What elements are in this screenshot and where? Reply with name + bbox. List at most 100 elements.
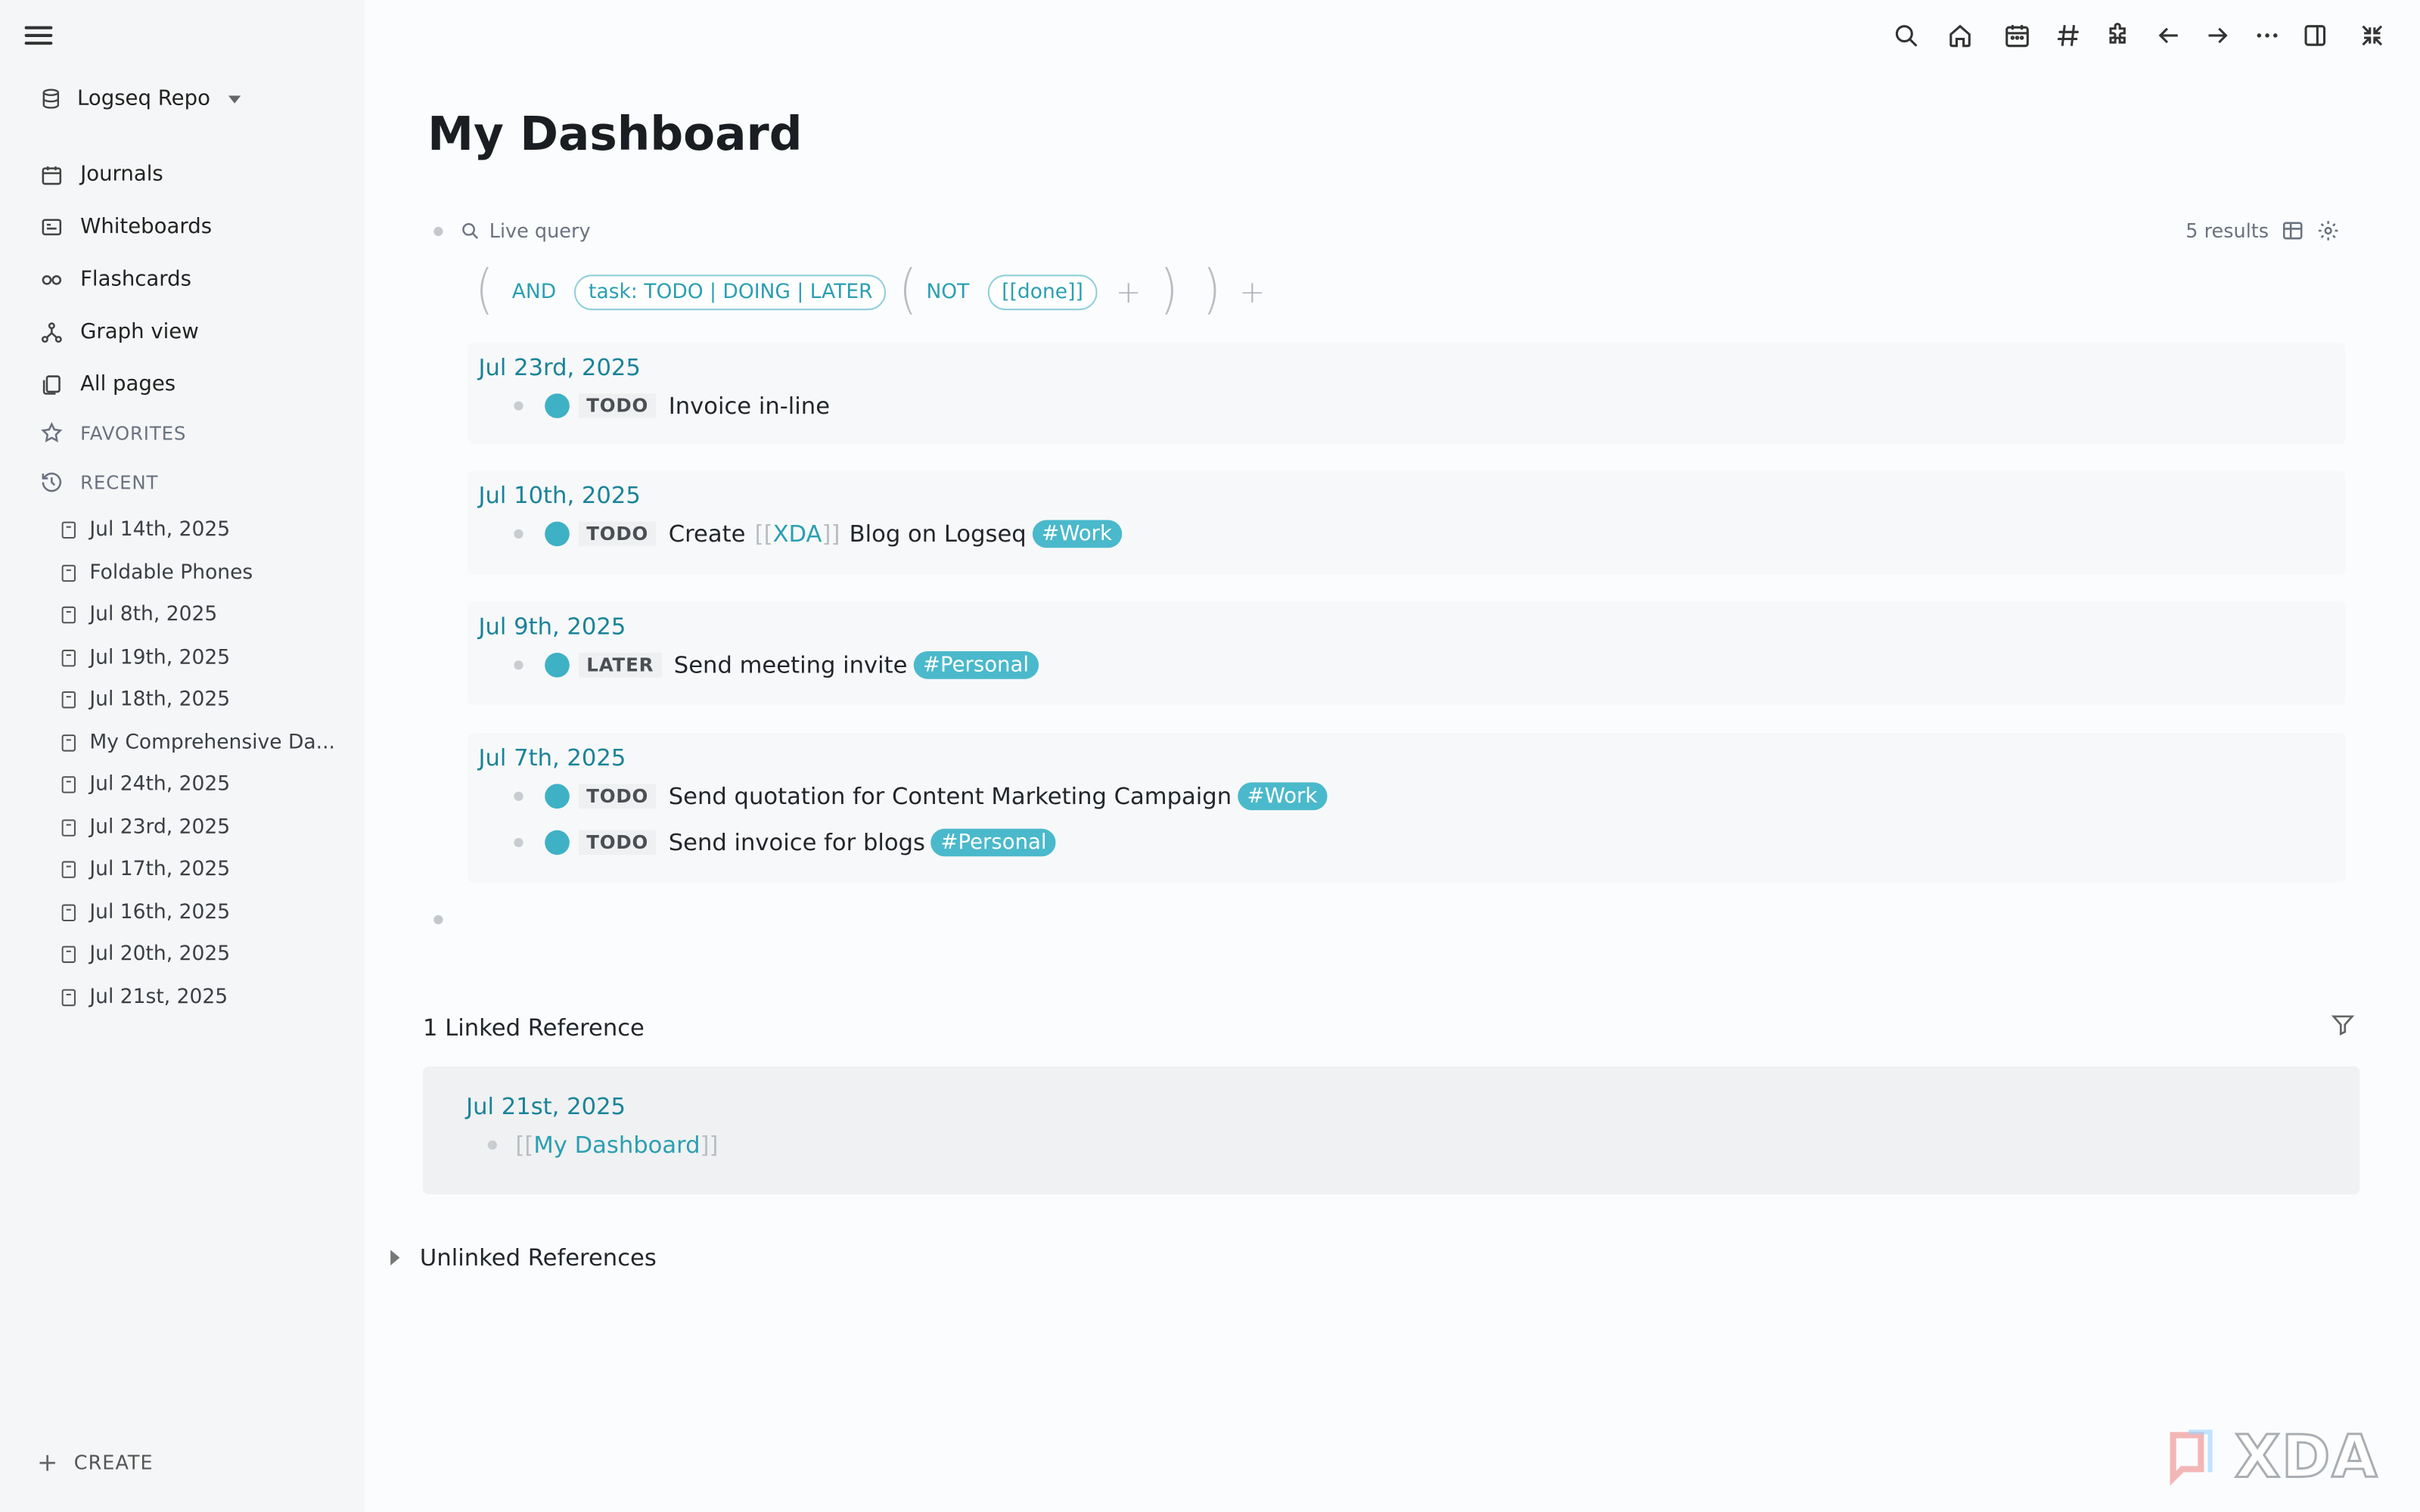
task-checkbox-icon[interactable] [545, 784, 570, 809]
task-checkbox-icon[interactable] [545, 830, 570, 855]
recent-item[interactable]: Jul 16th, 2025 [61, 891, 340, 933]
recent-item[interactable]: Jul 19th, 2025 [61, 637, 340, 679]
result-group: Jul 9th, 2025 LATER Send meeting invite … [468, 601, 2347, 706]
filter-icon[interactable] [2331, 1012, 2356, 1037]
recent-item[interactable]: Jul 24th, 2025 [61, 764, 340, 806]
empty-block-bullet[interactable] [433, 914, 443, 925]
add-clause-icon[interactable]: + [1116, 273, 1142, 310]
recent-item[interactable]: Jul 20th, 2025 [61, 933, 340, 976]
sidebar-item-graph-view[interactable]: Graph view [40, 306, 349, 358]
repo-switcher[interactable]: Logseq Repo [40, 86, 241, 111]
sidebar-item-all-pages[interactable]: All pages [40, 358, 349, 410]
done-ref-pill[interactable]: [[done]] [987, 274, 1098, 310]
block-bullet[interactable] [514, 529, 523, 539]
recent-item-label: Jul 19th, 2025 [89, 646, 231, 669]
linked-block: [[My Dashboard]] [487, 1131, 719, 1159]
recent-item[interactable]: My Comprehensive Da... [61, 722, 340, 764]
task-filter-pill[interactable]: task: TODO | DOING | LATER [574, 274, 887, 310]
recent-item-label: Jul 20th, 2025 [89, 943, 231, 967]
task-row: TODO Create [[XDA]] Blog on Logseq #Work [514, 520, 1122, 548]
sidebar-item-journals[interactable]: Journals [40, 148, 349, 200]
recent-item-label: Jul 18th, 2025 [89, 688, 231, 713]
task-checkbox-icon[interactable] [545, 393, 570, 418]
sidebar-item-flashcards[interactable]: Flashcards [40, 253, 349, 306]
recent-item[interactable]: Jul 18th, 2025 [61, 679, 340, 722]
recent-header[interactable]: RECENT [40, 470, 158, 494]
and-operator[interactable]: AND [512, 280, 556, 303]
paren-open: ( [899, 259, 918, 322]
recent-list: Jul 14th, 2025 Foldable Phones Jul 8th, … [61, 509, 340, 1018]
task-checkbox-icon[interactable] [545, 521, 570, 547]
task-marker[interactable]: TODO [579, 784, 657, 809]
recent-item[interactable]: Jul 8th, 2025 [61, 594, 340, 636]
task-marker[interactable]: LATER [579, 653, 662, 678]
unlinked-references-title: Unlinked References [419, 1243, 657, 1272]
task-checkbox-icon[interactable] [545, 653, 570, 678]
block-bullet[interactable] [514, 791, 523, 801]
paren-close: ) [1160, 259, 1179, 322]
block-bullet[interactable] [433, 226, 443, 237]
task-marker[interactable]: TODO [579, 521, 657, 547]
page-icon [61, 607, 76, 624]
result-group: Jul 10th, 2025 TODO Create [[XDA]] Blog … [468, 470, 2347, 574]
xda-wordmark: XDA [2234, 1422, 2379, 1492]
task-text[interactable]: Invoice in-line [669, 392, 830, 420]
create-button[interactable]: + CREATE [37, 1448, 154, 1477]
recent-item[interactable]: Jul 21st, 2025 [61, 976, 340, 1018]
settings-icon[interactable] [2316, 219, 2340, 243]
page-icon [61, 989, 76, 1006]
linked-references-title[interactable]: 1 Linked Reference [423, 1014, 645, 1042]
block-bullet[interactable] [487, 1140, 497, 1150]
graph-icon [41, 321, 62, 343]
task-row: TODO Invoice in-line [514, 392, 830, 420]
task-text-pre[interactable]: Create [669, 520, 746, 548]
recent-item-label: Jul 23rd, 2025 [89, 815, 231, 840]
recent-item-label: Jul 17th, 2025 [89, 858, 231, 882]
results-count: 5 results [2185, 219, 2269, 243]
recent-item[interactable]: Jul 23rd, 2025 [61, 806, 340, 849]
chevron-down-icon [228, 95, 241, 103]
page-ref-link[interactable]: XDA [773, 520, 822, 548]
recent-item[interactable]: Jul 14th, 2025 [61, 509, 340, 551]
result-group: Jul 7th, 2025 TODO Send quotation for Co… [468, 733, 2347, 883]
add-filter-icon[interactable]: + [1239, 273, 1265, 310]
block-bullet[interactable] [514, 837, 523, 848]
task-marker[interactable]: TODO [579, 830, 657, 855]
task-text[interactable]: Send meeting invite [674, 651, 908, 679]
query-header: Live query [460, 219, 591, 242]
group-date-link[interactable]: Jul 7th, 2025 [478, 744, 626, 772]
recent-item-label: Jul 24th, 2025 [89, 773, 231, 797]
sidebar-item-label: Whiteboards [80, 214, 213, 240]
block-bullet[interactable] [514, 401, 523, 411]
group-date-link[interactable]: Jul 9th, 2025 [478, 613, 626, 641]
tag-link[interactable]: #Personal [931, 828, 1056, 857]
task-text[interactable]: Send quotation for Content Marketing Cam… [669, 782, 1232, 810]
block-bullet[interactable] [514, 660, 523, 670]
not-operator[interactable]: NOT [926, 280, 969, 303]
page-title[interactable]: My Dashboard [427, 108, 802, 162]
tag-link[interactable]: #Work [1032, 520, 1122, 548]
task-marker[interactable]: TODO [579, 393, 657, 418]
group-date-link[interactable]: Jul 10th, 2025 [478, 482, 640, 510]
table-view-icon[interactable] [2281, 219, 2304, 243]
main-content: My Dashboard Live query 5 results ( AND … [364, 0, 2420, 1512]
linked-date-link[interactable]: Jul 21st, 2025 [466, 1092, 626, 1120]
tag-link[interactable]: #Personal [913, 650, 1039, 679]
task-text-post[interactable]: Blog on Logseq [850, 520, 1027, 548]
tag-link[interactable]: #Work [1238, 782, 1327, 811]
recent-label: RECENT [80, 471, 159, 493]
recent-item[interactable]: Jul 17th, 2025 [61, 849, 340, 891]
pages-icon [42, 374, 61, 394]
xda-logo: XDA [2167, 1420, 2398, 1492]
unlinked-references-toggle[interactable]: Unlinked References [390, 1243, 657, 1271]
sidebar-item-label: Flashcards [80, 266, 191, 292]
menu-toggle-icon[interactable] [24, 22, 53, 50]
history-icon [42, 472, 62, 492]
sidebar-item-whiteboards[interactable]: Whiteboards [40, 200, 349, 253]
group-date-link[interactable]: Jul 23rd, 2025 [478, 353, 640, 381]
recent-item[interactable]: Foldable Phones [61, 551, 340, 594]
page-ref-link[interactable]: My Dashboard [533, 1131, 700, 1159]
task-text[interactable]: Send invoice for blogs [669, 829, 925, 857]
favorites-header[interactable]: FAVORITES [40, 421, 186, 445]
paren-close: ) [1202, 259, 1221, 322]
